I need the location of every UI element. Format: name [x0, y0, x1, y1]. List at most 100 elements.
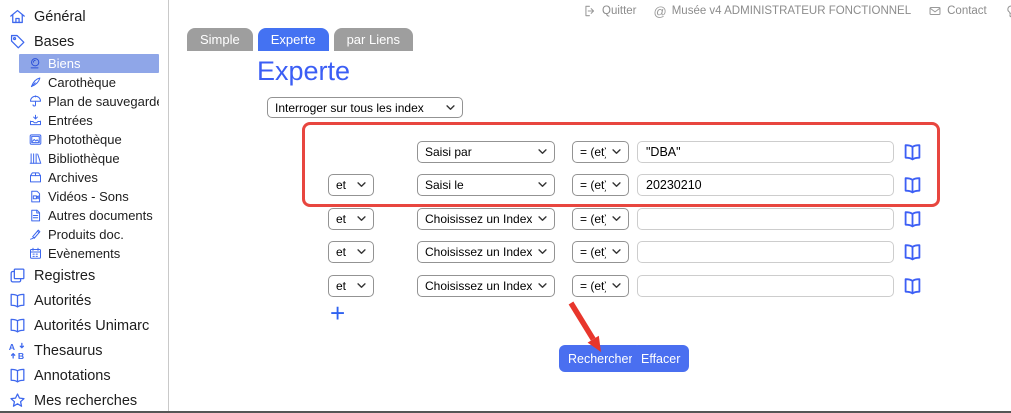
sidebar-item-label: Général	[34, 9, 86, 25]
envelope-icon	[928, 4, 942, 18]
comparison-operator-select[interactable]: = (et)	[572, 141, 629, 163]
chevron-down-icon	[357, 216, 366, 222]
boolean-operator-select[interactable]: et	[328, 275, 374, 297]
query-row: et Choisissez un Index... = (et)	[0, 241, 1011, 263]
boolean-operator-select[interactable]: et	[328, 208, 374, 230]
index-lexicon-button[interactable]	[901, 142, 923, 162]
sidebar-item-annotations[interactable]: Annotations	[0, 363, 168, 388]
criteria-value-input[interactable]	[637, 275, 894, 297]
svg-text:B: B	[18, 351, 24, 360]
add-row-button[interactable]: +	[330, 300, 345, 326]
sidebar-item-label: Plan de sauvegarde	[48, 94, 159, 109]
chevron-down-icon	[538, 283, 547, 289]
top-header: Quitter @ Musée v4 ADMINISTRATEUR FONCTI…	[583, 4, 1011, 18]
index-select-value: Choisissez un Index...	[425, 279, 532, 293]
chevron-down-icon	[538, 182, 547, 188]
contact-button[interactable]: Contact	[928, 4, 987, 18]
sidebar-item-mes-recherches[interactable]: Mes recherches	[0, 388, 168, 413]
contact-label: Contact	[947, 5, 987, 17]
quit-label: Quitter	[602, 5, 637, 17]
index-select[interactable]: Choisissez un Index...	[417, 208, 555, 230]
comparison-operator-select[interactable]: = (et)	[572, 208, 629, 230]
sidebar-item-label: Biens	[48, 56, 81, 71]
at-icon: @	[654, 5, 667, 18]
comparison-operator-select[interactable]: = (et)	[572, 174, 629, 196]
chevron-down-icon	[538, 149, 547, 155]
pen-icon	[28, 75, 43, 90]
biens-icon	[28, 56, 43, 71]
sidebar-item-general[interactable]: Général	[0, 4, 168, 29]
open-book-icon	[8, 316, 27, 335]
chevron-down-icon	[538, 249, 547, 255]
criteria-value-input[interactable]	[637, 174, 894, 196]
sidebar-item-label: Thesaurus	[34, 343, 103, 359]
open-book-icon	[902, 243, 923, 262]
index-select[interactable]: Choisissez un Index...	[417, 275, 555, 297]
inbox-icon	[28, 113, 43, 128]
user-account[interactable]: @ Musée v4 ADMINISTRATEUR FONCTIONNEL	[654, 5, 912, 18]
sidebar-item-label: Carothèque	[48, 75, 116, 90]
boolean-operator-select-value: et	[336, 279, 346, 293]
sidebar-item-bases[interactable]: Bases	[0, 29, 168, 54]
index-select-value: Choisissez un Index...	[425, 212, 532, 226]
sidebar-item-label: Mes recherches	[34, 393, 137, 409]
index-select-value: Saisi le	[425, 178, 464, 192]
tab-par-liens[interactable]: par Liens	[334, 28, 413, 51]
sidebar: Général Bases Biens Carothèque Plan de sauve…	[0, 0, 169, 413]
sidebar-item-entrees[interactable]: Entrées	[19, 111, 159, 130]
clear-button[interactable]: Effacer	[632, 345, 689, 372]
boolean-operator-select[interactable]: et	[328, 241, 374, 263]
quit-button[interactable]: Quitter	[583, 4, 637, 18]
sidebar-item-thesaurus[interactable]: ABThesaurus	[0, 338, 168, 363]
index-lexicon-button[interactable]	[901, 175, 923, 195]
help-button[interactable]: Aide	[1004, 4, 1011, 18]
comparison-operator-select-value: = (et)	[580, 279, 606, 293]
search-button[interactable]: Rechercher	[559, 345, 642, 372]
tab-simple[interactable]: Simple	[187, 28, 253, 51]
sidebar-item-plan-de-sauvegarde[interactable]: Plan de sauvegarde	[19, 92, 159, 111]
star-icon	[8, 391, 27, 410]
comparison-operator-select[interactable]: = (et)	[572, 241, 629, 263]
query-row: et Choisissez un Index... = (et)	[0, 275, 1011, 297]
logout-icon	[583, 4, 597, 18]
chevron-down-icon	[612, 182, 621, 188]
index-select[interactable]: Saisi le	[417, 174, 555, 196]
boolean-operator-select-value: et	[336, 245, 346, 259]
scope-select-value: Interroger sur tous les index	[275, 101, 424, 115]
tag-icon	[8, 32, 27, 51]
index-select[interactable]: Choisissez un Index...	[417, 241, 555, 263]
index-lexicon-button[interactable]	[901, 276, 923, 296]
sidebar-item-biens[interactable]: Biens	[19, 54, 159, 73]
sidebar-item-carotheque[interactable]: Carothèque	[19, 73, 159, 92]
sidebar-item-autorites-unimarc[interactable]: Autorités Unimarc	[0, 313, 168, 338]
criteria-value-input[interactable]	[637, 208, 894, 230]
open-book-icon	[8, 366, 27, 385]
user-label: Musée v4 ADMINISTRATEUR FONCTIONNEL	[672, 5, 911, 17]
comparison-operator-select-value: = (et)	[580, 178, 606, 192]
open-book-icon	[902, 143, 923, 162]
boolean-operator-select-value: et	[336, 178, 346, 192]
tab-experte[interactable]: Experte	[258, 28, 329, 51]
chevron-down-icon	[357, 182, 366, 188]
sidebar-item-label: Entrées	[48, 113, 93, 128]
index-select-value: Saisi par	[425, 145, 472, 159]
lightbulb-icon	[1004, 4, 1011, 18]
chevron-down-icon	[446, 105, 455, 111]
scope-select[interactable]: Interroger sur tous les index	[267, 97, 463, 118]
comparison-operator-select-value: = (et)	[580, 212, 606, 226]
home-icon	[8, 7, 27, 26]
criteria-value-input[interactable]	[637, 141, 894, 163]
sidebar-item-label: Annotations	[34, 368, 111, 384]
query-row: Saisi par = (et)	[0, 141, 1011, 163]
index-lexicon-button[interactable]	[901, 209, 923, 229]
chevron-down-icon	[612, 249, 621, 255]
criteria-value-input[interactable]	[637, 241, 894, 263]
comparison-operator-select-value: = (et)	[580, 245, 606, 259]
page-title: Experte	[257, 56, 350, 87]
comparison-operator-select[interactable]: = (et)	[572, 275, 629, 297]
boolean-operator-select[interactable]: et	[328, 174, 374, 196]
sidebar-item-label: Bases	[34, 34, 74, 50]
umbrella-icon	[28, 94, 43, 109]
index-lexicon-button[interactable]	[901, 242, 923, 262]
index-select[interactable]: Saisi par	[417, 141, 555, 163]
